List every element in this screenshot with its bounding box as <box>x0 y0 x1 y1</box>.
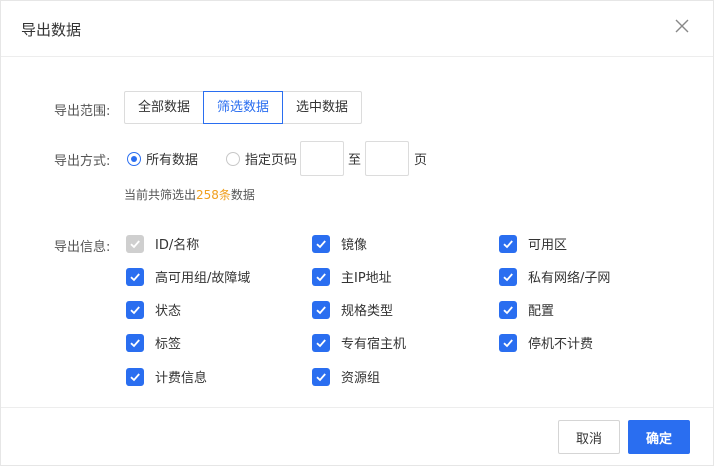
range-label: 导出范围: <box>54 104 111 119</box>
check-icon <box>499 300 517 319</box>
check-icon <box>126 367 144 386</box>
field-label: 私有网络/子网 <box>528 271 611 286</box>
field-checkbox-config[interactable]: 配置 <box>499 300 554 319</box>
field-label: 专有宿主机 <box>341 337 407 352</box>
check-icon <box>312 367 330 386</box>
range-option-all[interactable]: 全部数据 <box>124 91 205 124</box>
field-checkbox-dedicated-host[interactable]: 专有宿主机 <box>312 333 406 352</box>
check-icon <box>312 234 330 253</box>
summary-count: 258条 <box>196 188 231 202</box>
check-icon <box>126 300 144 319</box>
radio-all-data-label: 所有数据 <box>146 153 199 168</box>
field-label: 高可用组/故障域 <box>155 271 251 286</box>
page-to-label: 至 <box>348 153 362 168</box>
field-label: 镜像 <box>341 238 368 253</box>
radio-dot <box>226 151 240 166</box>
check-icon <box>312 300 330 319</box>
field-label: ID/名称 <box>155 238 200 253</box>
filter-summary: 当前共筛选出258条数据 <box>124 186 255 203</box>
check-icon <box>126 333 144 352</box>
field-label: 规格类型 <box>341 304 394 319</box>
info-label: 导出信息: <box>54 240 111 255</box>
field-checkbox-id-name[interactable]: ID/名称 <box>126 234 199 253</box>
range-option-filtered[interactable]: 筛选数据 <box>203 91 284 124</box>
field-checkbox-no-charge-stop[interactable]: 停机不计费 <box>499 333 593 352</box>
check-icon <box>312 333 330 352</box>
field-label: 停机不计费 <box>528 337 594 352</box>
radio-page-range-label: 指定页码 <box>245 153 298 168</box>
dialog-header: 导出数据 <box>1 1 713 57</box>
field-label: 状态 <box>155 304 182 319</box>
range-option-selected[interactable]: 选中数据 <box>282 91 363 124</box>
field-checkbox-ha-group[interactable]: 高可用组/故障域 <box>126 267 250 286</box>
field-checkbox-primary-ip[interactable]: 主IP地址 <box>312 267 392 286</box>
radio-page-range[interactable]: 指定页码 <box>226 149 297 168</box>
page-to-input[interactable] <box>365 141 409 176</box>
field-checkbox-vpc-subnet[interactable]: 私有网络/子网 <box>499 267 610 286</box>
check-icon <box>499 234 517 253</box>
check-icon <box>126 234 144 253</box>
dialog-footer: 取消 确定 <box>1 407 713 466</box>
field-checkbox-zone[interactable]: 可用区 <box>499 234 567 253</box>
field-label: 资源组 <box>341 371 381 386</box>
check-icon <box>499 333 517 352</box>
check-icon <box>312 267 330 286</box>
dialog-title: 导出数据 <box>21 21 82 39</box>
radio-all-data[interactable]: 所有数据 <box>127 149 198 168</box>
cancel-button[interactable]: 取消 <box>558 420 620 454</box>
check-icon <box>499 267 517 286</box>
field-label: 配置 <box>528 304 555 319</box>
field-checkbox-spec-type[interactable]: 规格类型 <box>312 300 393 319</box>
range-segmented-control: 全部数据 筛选数据 选中数据 <box>124 91 363 124</box>
field-label: 标签 <box>155 337 182 352</box>
field-checkbox-resource-group[interactable]: 资源组 <box>312 367 380 386</box>
page-suffix: 页 <box>414 153 428 168</box>
mode-label: 导出方式: <box>54 154 111 169</box>
summary-suffix: 数据 <box>230 188 255 202</box>
field-checkbox-tags[interactable]: 标签 <box>126 333 181 352</box>
field-label: 计费信息 <box>155 371 208 386</box>
field-checkbox-status[interactable]: 状态 <box>126 300 181 319</box>
check-icon <box>126 267 144 286</box>
field-label: 可用区 <box>528 238 568 253</box>
export-dialog: 导出数据 导出范围: 全部数据 筛选数据 选中数据 导出方式: 所有数据 指定页… <box>0 0 714 466</box>
confirm-button[interactable]: 确定 <box>628 420 690 454</box>
field-label: 主IP地址 <box>341 271 392 286</box>
field-checkbox-image[interactable]: 镜像 <box>312 234 367 253</box>
radio-dot <box>127 151 141 166</box>
field-checkbox-billing[interactable]: 计费信息 <box>126 367 207 386</box>
close-icon[interactable] <box>673 17 691 35</box>
summary-prefix: 当前共筛选出 <box>124 188 197 202</box>
page-from-input[interactable] <box>300 141 344 176</box>
